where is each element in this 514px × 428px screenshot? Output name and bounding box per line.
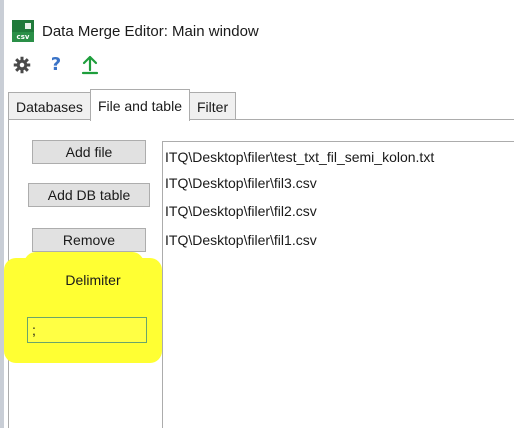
toolbar: ? <box>12 54 100 76</box>
window-title: Data Merge Editor: Main window <box>42 22 259 40</box>
upload-arrow-icon[interactable] <box>80 55 100 75</box>
tab-file-and-table[interactable]: File and table <box>89 89 190 121</box>
tab-databases[interactable]: Databases <box>8 92 91 120</box>
title-bar: csv Data Merge Editor: Main window <box>12 18 259 44</box>
help-icon[interactable]: ? <box>46 55 66 75</box>
list-item[interactable]: ITQ\Desktop\filer\fil2.csv <box>165 200 317 222</box>
delimiter-label: Delimiter <box>65 272 121 288</box>
file-list[interactable]: ITQ\Desktop\filer\test_txt_fil_semi_kolo… <box>162 141 514 428</box>
gear-icon[interactable] <box>12 55 32 75</box>
list-item[interactable]: ITQ\Desktop\filer\fil1.csv <box>165 229 317 251</box>
main-window: csv Data Merge Editor: Main window ? Dat… <box>0 0 514 428</box>
csv-app-icon: csv <box>12 20 34 42</box>
list-item[interactable]: ITQ\Desktop\filer\fil3.csv <box>165 172 317 194</box>
list-item[interactable]: ITQ\Desktop\filer\test_txt_fil_semi_kolo… <box>165 146 434 168</box>
tab-filter[interactable]: Filter <box>189 92 237 120</box>
remove-button[interactable]: Remove <box>32 228 146 252</box>
add-db-table-button[interactable]: Add DB table <box>28 183 150 207</box>
delimiter-input[interactable] <box>27 317 147 343</box>
add-file-button[interactable]: Add file <box>32 140 146 164</box>
window-edge <box>0 0 4 428</box>
tab-bar: Databases File and table Filter <box>8 88 237 121</box>
